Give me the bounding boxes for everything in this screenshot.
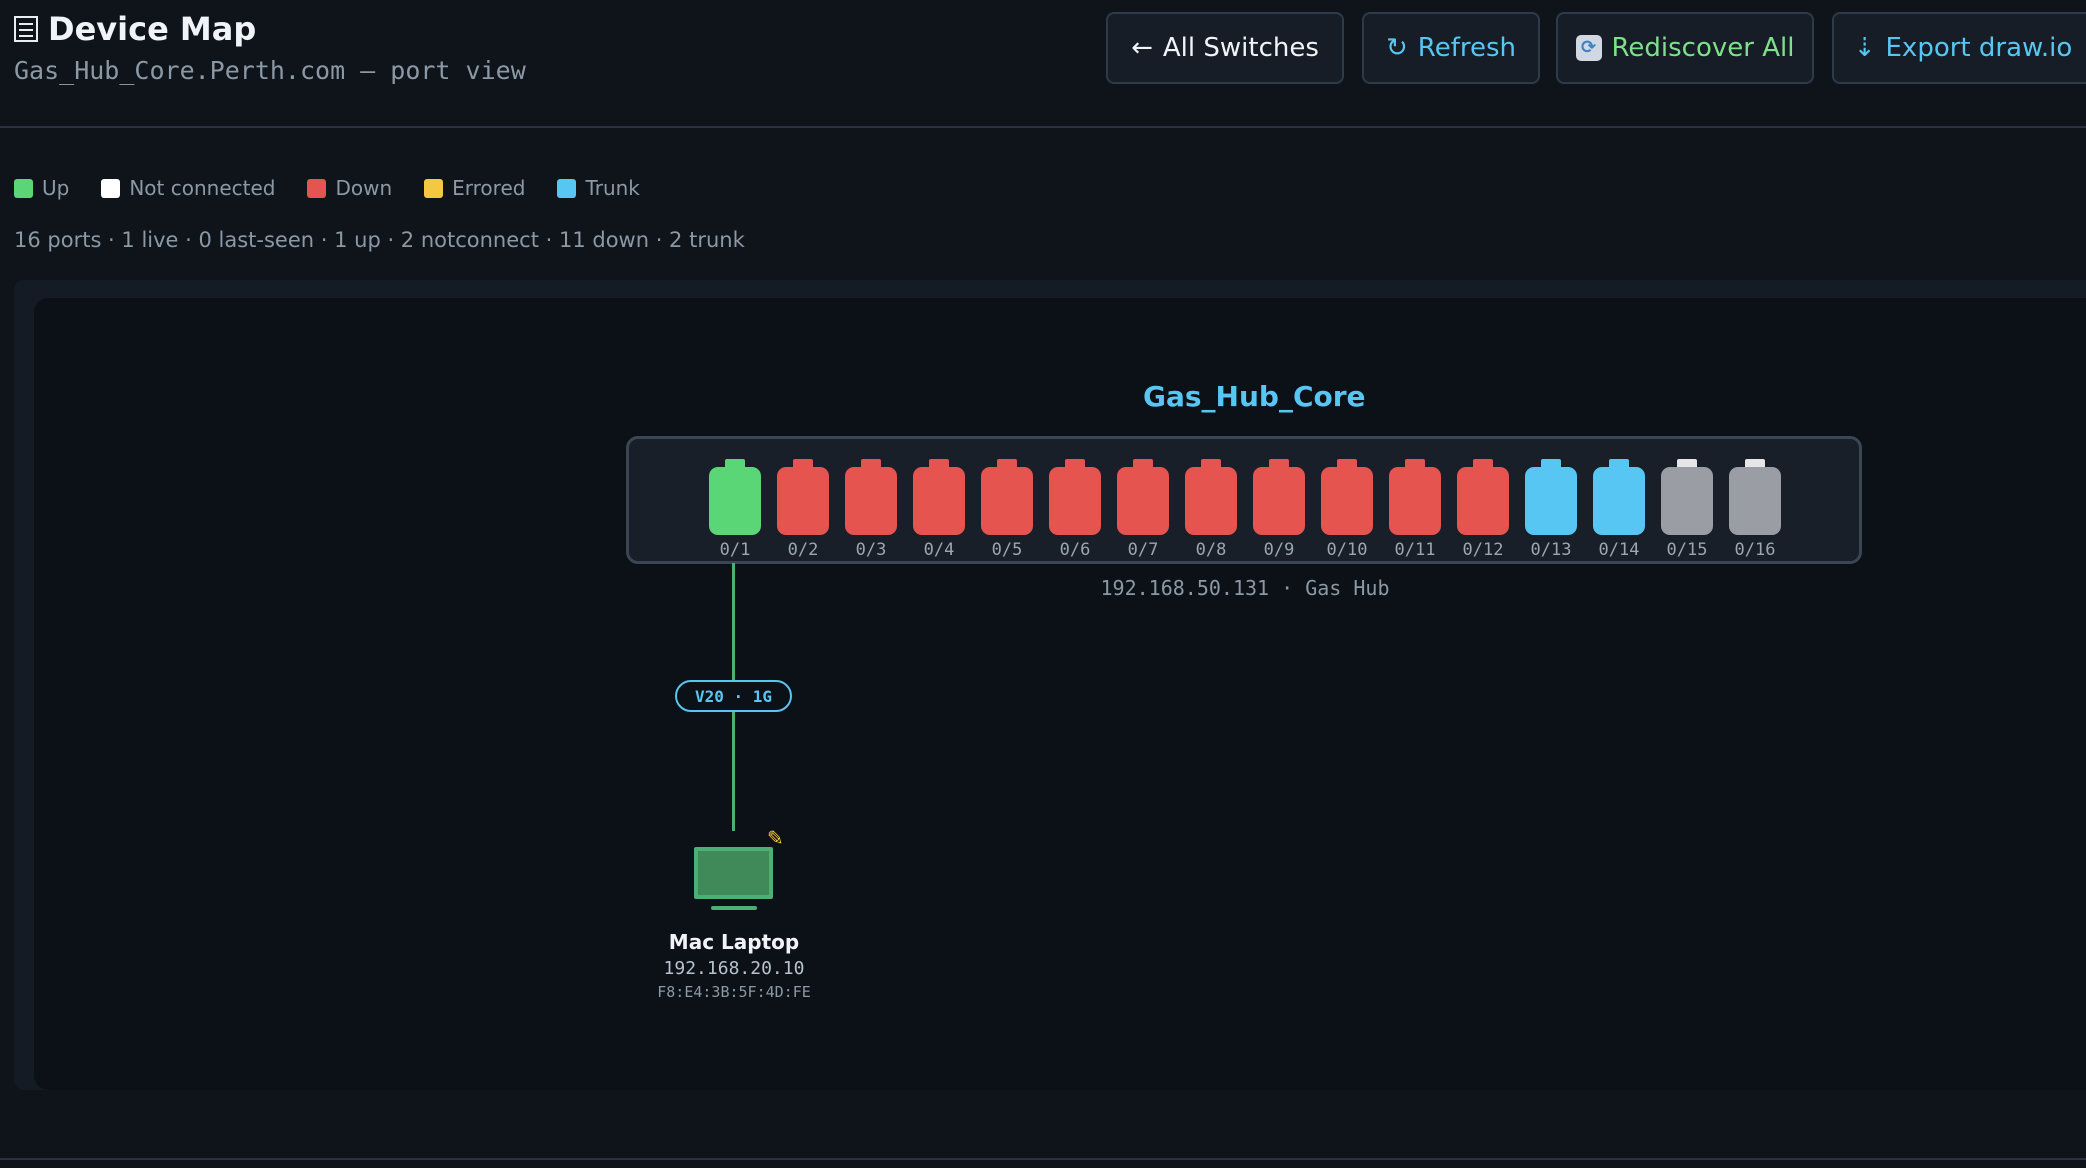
port-body xyxy=(709,467,761,535)
legend-item: Errored xyxy=(424,176,525,200)
port-body xyxy=(1389,467,1441,535)
page-title: Device Map xyxy=(14,10,256,48)
arrow-left-icon: ← xyxy=(1131,33,1153,63)
legend-swatch xyxy=(101,178,121,198)
port-body xyxy=(1049,467,1101,535)
legend-label: Down xyxy=(335,176,393,200)
port-summary: 16 ports · 1 live · 0 last-seen · 1 up ·… xyxy=(14,228,745,252)
port-0-1[interactable] xyxy=(709,459,761,535)
port-0-11[interactable] xyxy=(1389,459,1441,535)
legend-label: Up xyxy=(42,176,70,200)
port-0-4[interactable] xyxy=(913,459,965,535)
port-body xyxy=(1117,467,1169,535)
refresh-label: Refresh xyxy=(1417,33,1516,63)
all-switches-label: All Switches xyxy=(1162,33,1319,63)
switch-info: 192.168.50.131 · Gas Hub xyxy=(1100,576,1390,600)
map-canvas[interactable] xyxy=(34,298,2086,1090)
rediscover-all-button[interactable]: ⟳ Rediscover All xyxy=(1556,12,1814,84)
switch-name[interactable]: Gas_Hub_Core xyxy=(1143,380,1366,413)
port-body xyxy=(1593,467,1645,535)
legend-swatch xyxy=(424,178,444,198)
rediscover-label: Rediscover All xyxy=(1611,33,1795,63)
legend-swatch xyxy=(14,178,33,198)
device-ip: 192.168.20.10 xyxy=(663,958,805,979)
page-title-text: Device Map xyxy=(48,10,257,48)
legend-label: Not connected xyxy=(129,176,276,200)
port-0-12[interactable] xyxy=(1457,459,1509,535)
port-0-7[interactable] xyxy=(1117,459,1169,535)
port-label: 0/16 xyxy=(1734,540,1776,560)
legend-label: Errored xyxy=(452,176,526,200)
legend-item: Not connected xyxy=(101,176,275,200)
status-legend: Up Not connected Down Errored Trunk xyxy=(14,176,672,200)
link-vlan-badge: V20 · 1G xyxy=(675,680,792,712)
legend-swatch xyxy=(557,178,577,198)
export-label: Export draw.io xyxy=(1885,33,2073,63)
port-body xyxy=(1185,467,1237,535)
legend-item: Down xyxy=(307,176,392,200)
monitor-icon[interactable] xyxy=(694,847,773,899)
port-body xyxy=(1253,467,1305,535)
port-body xyxy=(913,467,965,535)
port-0-3[interactable] xyxy=(845,459,897,535)
port-0-5[interactable] xyxy=(981,459,1033,535)
refresh-button[interactable]: ↻ Refresh xyxy=(1362,12,1540,84)
map-icon xyxy=(14,16,38,42)
device-name: Mac Laptop xyxy=(668,930,800,954)
port-body xyxy=(1525,467,1577,535)
legend-item: Trunk xyxy=(557,176,640,200)
port-body xyxy=(1457,467,1509,535)
header-bar: Device Map Gas_Hub_Core.Perth.com — port… xyxy=(0,0,2086,128)
rediscover-icon: ⟳ xyxy=(1575,35,1602,61)
port-body xyxy=(777,467,829,535)
refresh-icon: ↻ xyxy=(1386,33,1408,63)
download-icon: ⇣ xyxy=(1853,33,1876,63)
port-body xyxy=(1729,467,1781,535)
port-0-15[interactable] xyxy=(1661,459,1713,535)
port-body xyxy=(845,467,897,535)
legend-item: Up xyxy=(14,176,69,200)
monitor-stand xyxy=(711,906,757,910)
legend-label: Trunk xyxy=(585,176,640,200)
port-body xyxy=(1321,467,1373,535)
port-0-13[interactable] xyxy=(1525,459,1577,535)
port-0-6[interactable] xyxy=(1049,459,1101,535)
port-0-8[interactable] xyxy=(1185,459,1237,535)
device-mac: F8:E4:3B:5F:4D:FE xyxy=(657,983,811,1001)
port-0-10[interactable] xyxy=(1321,459,1373,535)
export-drawio-button[interactable]: ⇣ Export draw.io xyxy=(1832,12,2086,84)
port-0-2[interactable] xyxy=(777,459,829,535)
port-0-16[interactable] xyxy=(1729,459,1781,535)
port-0-9[interactable] xyxy=(1253,459,1305,535)
page-subtitle: Gas_Hub_Core.Perth.com — port view xyxy=(14,56,526,85)
all-switches-button[interactable]: ← All Switches xyxy=(1106,12,1344,84)
port-body xyxy=(981,467,1033,535)
port-body xyxy=(1661,467,1713,535)
footer-divider xyxy=(0,1158,2086,1160)
port-0-14[interactable] xyxy=(1593,459,1645,535)
legend-swatch xyxy=(307,178,327,198)
